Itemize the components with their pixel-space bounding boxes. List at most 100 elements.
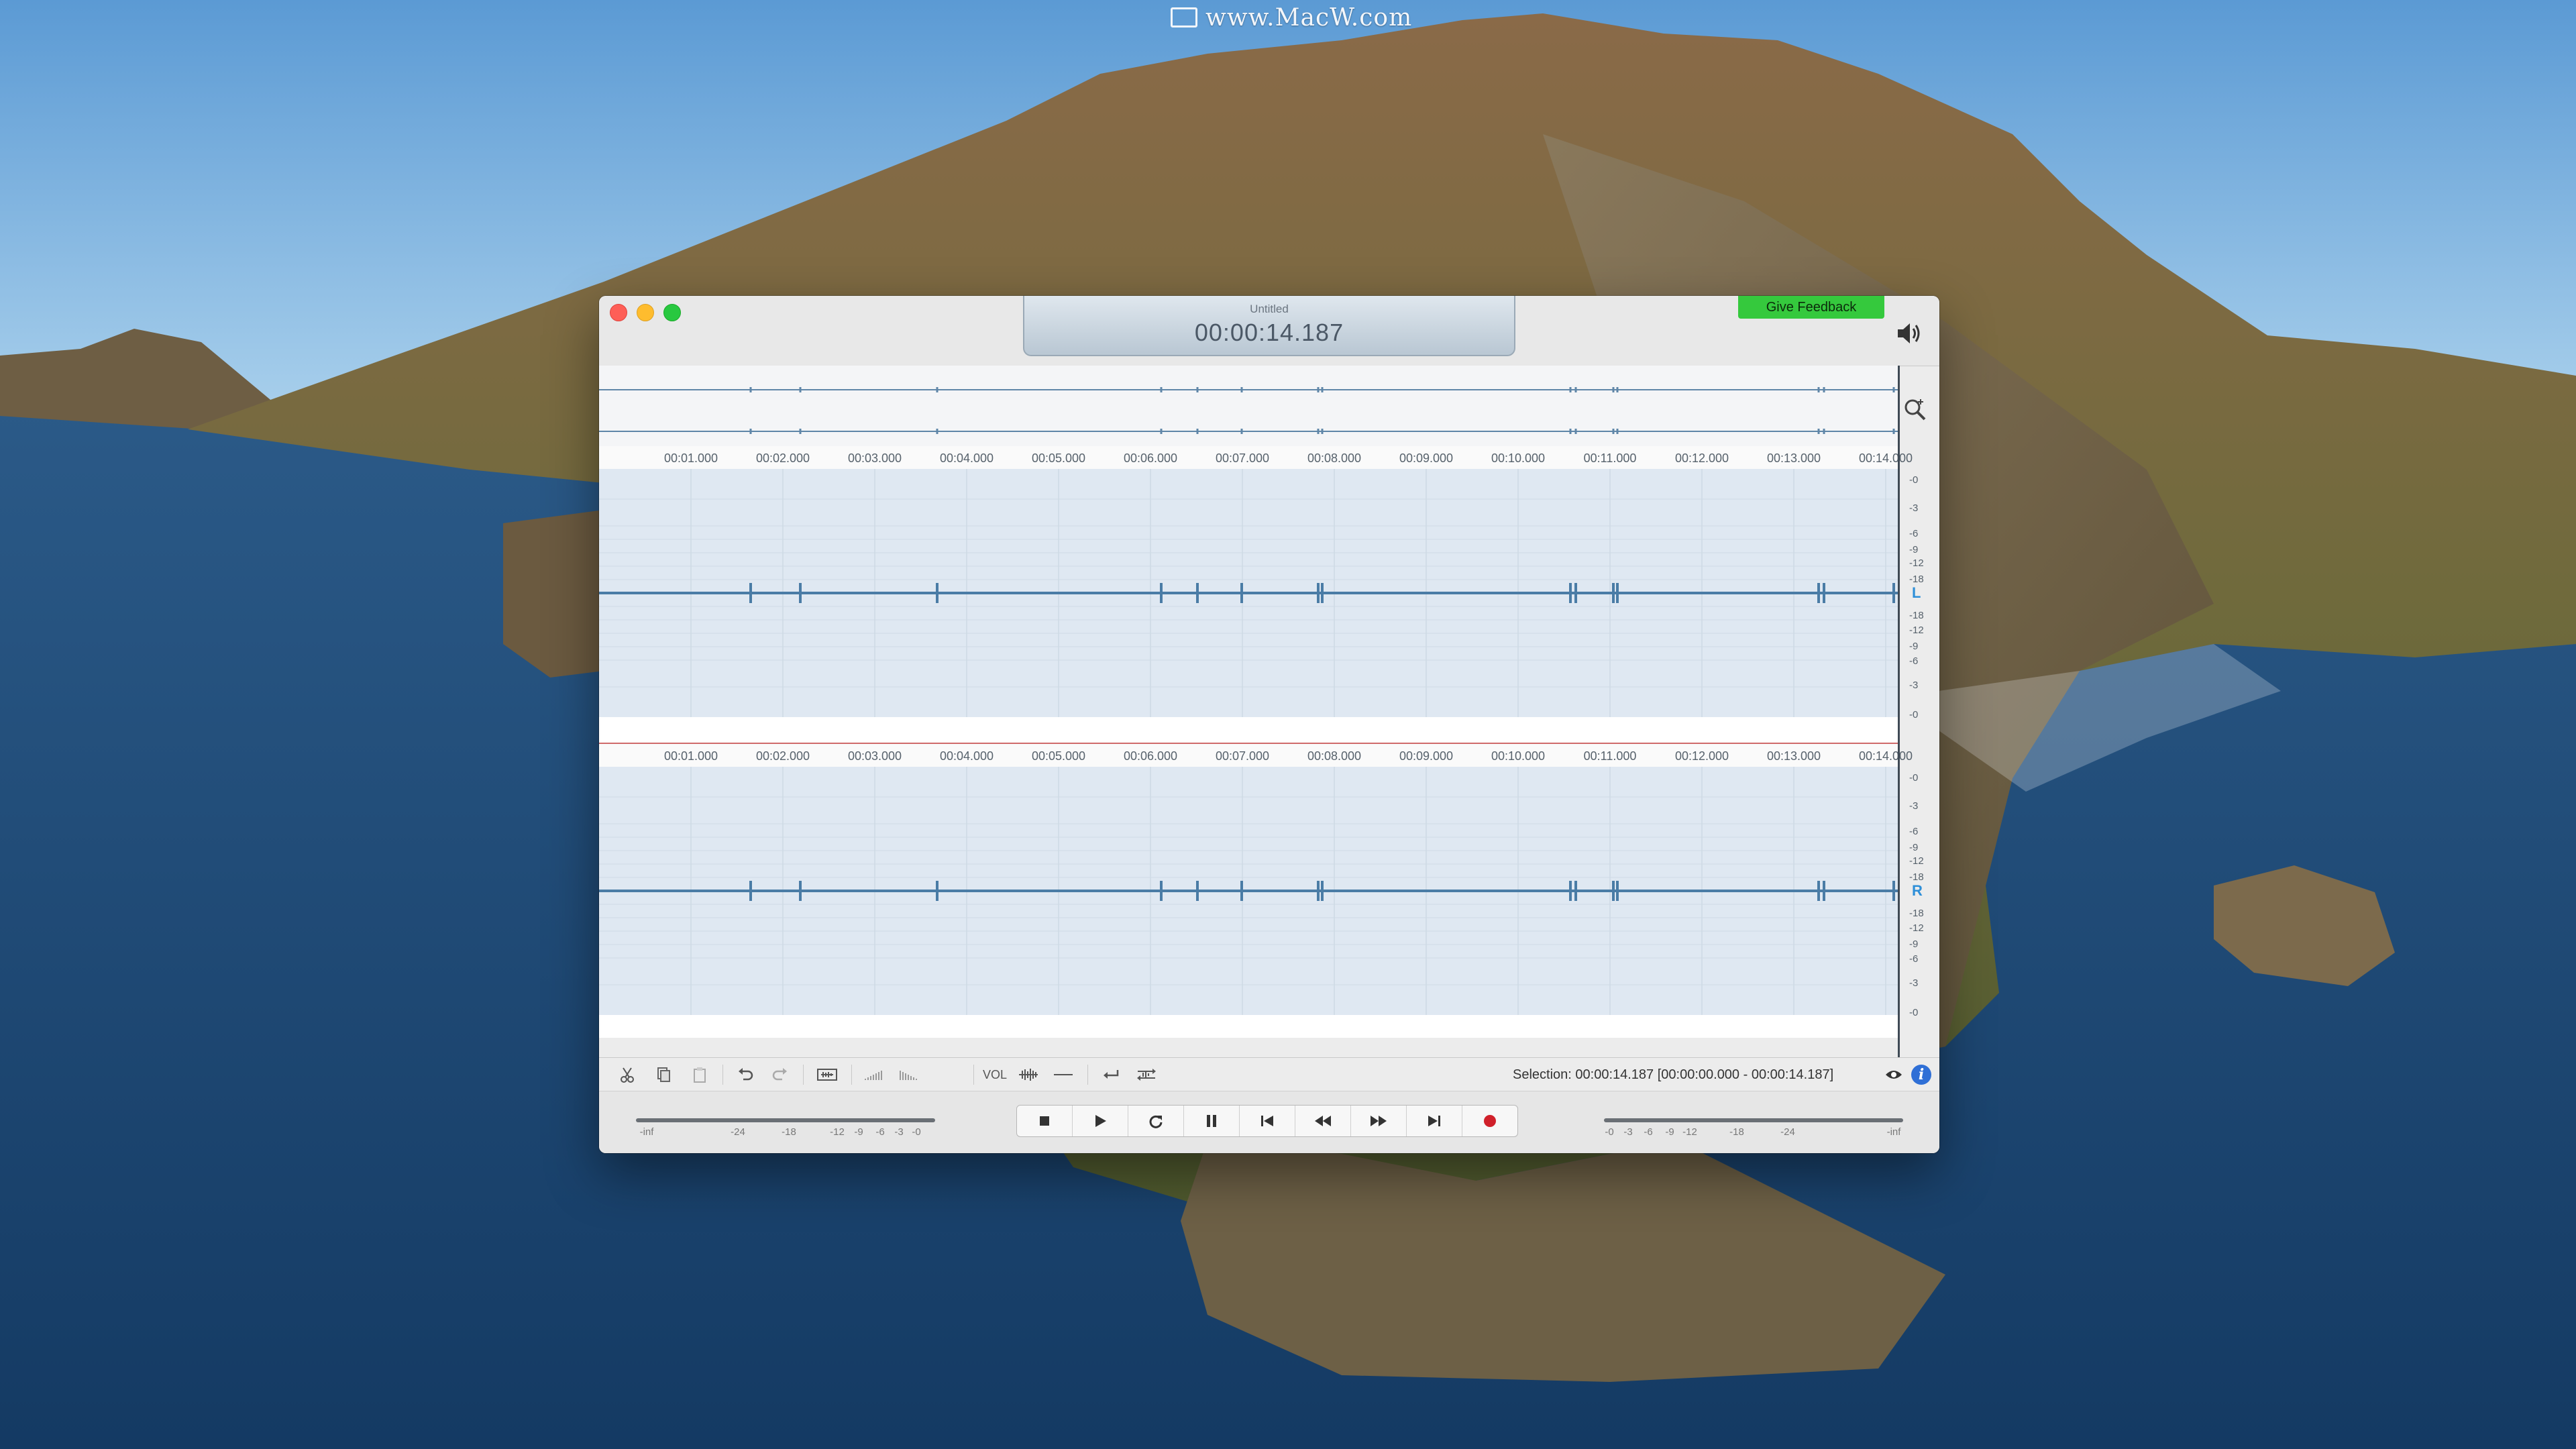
trim-icon[interactable]: [812, 1063, 842, 1086]
loop-selection-icon[interactable]: [1132, 1063, 1161, 1086]
meter-label: -18: [1729, 1126, 1744, 1138]
fade-out-icon[interactable]: [894, 1063, 924, 1086]
app-window: Untitled 00:00:14.187 Give Feedback 00:0…: [599, 296, 1939, 1153]
db-scale-label: -3: [1909, 502, 1919, 514]
ruler-time-label: 00:05.000: [1031, 749, 1086, 763]
watermark: www.MacW.com: [1171, 4, 1412, 32]
ruler-time-label: 00:12.000: [1674, 451, 1729, 465]
info-icon[interactable]: i: [1911, 1065, 1931, 1085]
fast-forward-icon[interactable]: [1351, 1106, 1407, 1136]
toolbar-divider: [1087, 1065, 1088, 1085]
ruler-time-label: 00:09.000: [1399, 451, 1454, 465]
channel-right-waveform[interactable]: [599, 767, 1898, 1015]
db-scale-label: -0: [1909, 772, 1919, 784]
pause-icon[interactable]: [1184, 1106, 1240, 1136]
repeat-icon[interactable]: [1128, 1106, 1184, 1136]
close-window-button[interactable]: [610, 304, 627, 321]
silence-icon[interactable]: [1049, 1063, 1078, 1086]
show-icon[interactable]: [1880, 1063, 1907, 1086]
zoom-window-button[interactable]: [663, 304, 681, 321]
meter-label: -18: [782, 1126, 796, 1138]
meter-label: -24: [1780, 1126, 1795, 1138]
normalize-icon[interactable]: [1014, 1063, 1043, 1086]
waveform-overview[interactable]: [599, 366, 1898, 447]
meter-label: -6: [1644, 1126, 1653, 1138]
toolbar-divider: [803, 1065, 804, 1085]
ruler-time-label: 00:11.000: [1583, 451, 1637, 465]
ruler-time-label: 00:11.000: [1583, 749, 1637, 763]
ruler-time-label: 00:06.000: [1123, 451, 1178, 465]
toolbar-divider: [851, 1065, 852, 1085]
meter-label: -9: [1665, 1126, 1674, 1138]
db-scale-label: -6: [1909, 655, 1919, 667]
paste-icon[interactable]: [686, 1063, 713, 1086]
ruler-time-label: 00:01.000: [663, 749, 718, 763]
db-scale-label: -12: [1909, 855, 1924, 867]
rewind-icon[interactable]: [1295, 1106, 1351, 1136]
current-time: 00:00:14.187: [1194, 319, 1344, 346]
ruler-time-label: 00:07.000: [1215, 451, 1270, 465]
selection-readout: Selection: 00:00:14.187 [00:00:00.000 - …: [1513, 1067, 1834, 1082]
cut-icon[interactable]: [614, 1063, 641, 1086]
channel-label: R: [1912, 882, 1923, 899]
channel-gap-bottom: [599, 1015, 1898, 1038]
meter-label: -inf: [1886, 1126, 1901, 1138]
ruler-time-label: 00:06.000: [1123, 749, 1178, 763]
ruler-time-label: 00:07.000: [1215, 749, 1270, 763]
vol-label: VOL: [983, 1068, 1008, 1081]
play-icon[interactable]: [1073, 1106, 1128, 1136]
skip-end-icon[interactable]: [1407, 1106, 1462, 1136]
db-scale-left: -0 -3 -6 -9 -12 -18 -18 -12 -9 -6 -3 -0 L: [1900, 469, 1939, 720]
meter-label: -3: [1623, 1126, 1633, 1138]
db-scale-label: -9: [1909, 938, 1919, 950]
meter-label: -inf: [639, 1126, 654, 1138]
db-scale-label: -6: [1909, 953, 1919, 965]
record-icon[interactable]: [1462, 1106, 1517, 1136]
meter-label: -0: [1605, 1126, 1614, 1138]
db-scale-label: -0: [1909, 474, 1919, 486]
meter-label: -3: [894, 1126, 904, 1138]
db-scale-label: -12: [1909, 557, 1924, 569]
skip-start-icon[interactable]: [1240, 1106, 1295, 1136]
db-scale-label: -3: [1909, 977, 1919, 989]
db-scale-label: -12: [1909, 625, 1924, 636]
ruler-time-label: 00:02.000: [755, 451, 810, 465]
stop-icon[interactable]: [1017, 1106, 1073, 1136]
document-title: Untitled: [1250, 303, 1289, 315]
copy-icon[interactable]: [650, 1063, 677, 1086]
ruler-time-label: 00:01.000: [663, 451, 718, 465]
fade-in-icon[interactable]: [859, 1063, 889, 1086]
output-level-meter: [1604, 1118, 1903, 1122]
db-scale-label: -6: [1909, 528, 1919, 539]
ruler-time-label: 00:04.000: [939, 451, 994, 465]
transport-bar: -inf -24 -18 -12 -9 -6 -3 -0 -0 -3 -6 -9 -12 -18 -24 -…: [599, 1091, 1939, 1153]
toolbar-divider: [973, 1065, 974, 1085]
give-feedback-button[interactable]: Give Feedback: [1738, 296, 1884, 319]
undo-icon[interactable]: [732, 1063, 759, 1086]
monitor-icon: [1171, 7, 1197, 28]
minimize-window-button[interactable]: [637, 304, 654, 321]
redo-icon[interactable]: [767, 1063, 794, 1086]
time-ruler-right[interactable]: 00:01.000 00:02.000 00:03.000 00:04.000 00:0…: [599, 744, 1913, 767]
db-scale-label: -18: [1909, 610, 1924, 621]
ruler-time-label: 00:03.000: [847, 749, 902, 763]
db-scale-right: -0 -3 -6 -9 -12 -18 -18 -12 -9 -6 -3 -0 R: [1900, 767, 1939, 1018]
ruler-time-label: 00:08.000: [1307, 451, 1362, 465]
title-bar: Untitled 00:00:14.187 Give Feedback: [599, 296, 1939, 366]
ruler-time-label: 00:12.000: [1674, 749, 1729, 763]
loop-icon[interactable]: [1097, 1063, 1126, 1086]
db-scale-label: -9: [1909, 842, 1919, 853]
channel-left-waveform[interactable]: [599, 469, 1898, 717]
meter-label: -12: [830, 1126, 845, 1138]
meter-label: -0: [912, 1126, 921, 1138]
speaker-icon[interactable]: [1894, 319, 1923, 348]
zoom-icon[interactable]: [1902, 396, 1929, 423]
time-ruler-left[interactable]: 00:01.000 00:02.000 00:03.000 00:04.000 00:0…: [599, 446, 1913, 470]
meter-label: -6: [875, 1126, 885, 1138]
meter-label: -9: [854, 1126, 863, 1138]
ruler-time-label: 00:03.000: [847, 451, 902, 465]
input-level-meter: [636, 1118, 935, 1122]
ruler-time-label: 00:08.000: [1307, 749, 1362, 763]
ruler-time-label: 00:14.000: [1858, 749, 1913, 763]
ruler-time-label: 00:13.000: [1766, 451, 1821, 465]
